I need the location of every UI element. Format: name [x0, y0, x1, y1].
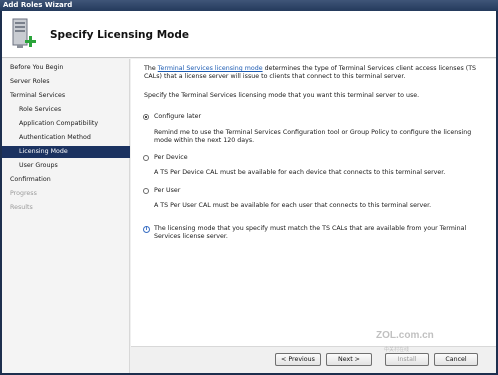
sidebar-item-before-you-begin[interactable]: Before You Begin [2, 62, 130, 74]
sidebar-item-user-groups[interactable]: User Groups [2, 160, 130, 172]
configure-later-description: Remind me to use the Terminal Services C… [154, 129, 472, 145]
wizard-steps-sidebar: Before You Begin Server Roles Terminal S… [2, 59, 130, 373]
sidebar-item-confirmation[interactable]: Confirmation [2, 174, 130, 186]
configure-later-radio[interactable] [143, 114, 149, 120]
per-user-description: A TS Per User CAL must be available for … [154, 202, 432, 209]
next-button[interactable]: Next > [326, 353, 372, 366]
watermark-brand: ZOL.com.cn [376, 330, 434, 341]
sidebar-item-role-services[interactable]: Role Services [2, 104, 130, 116]
sidebar-item-application-compatibility[interactable]: Application Compatibility [2, 118, 130, 130]
per-device-label[interactable]: Per Device [154, 154, 188, 162]
server-roles-icon [12, 18, 36, 48]
licensing-info-note: The licensing mode that you specify must… [154, 225, 467, 241]
wizard-footer: < Previous Next > Install Cancel [131, 346, 496, 373]
instruction-text: Specify the Terminal Services licensing … [144, 92, 420, 99]
per-device-radio[interactable] [143, 155, 149, 161]
page-title: Specify Licensing Mode [50, 29, 189, 41]
per-device-description: A TS Per Device CAL must be available fo… [154, 169, 446, 176]
previous-button[interactable]: < Previous [275, 353, 321, 366]
sidebar-item-progress: Progress [10, 190, 37, 197]
licensing-mode-help-link[interactable]: Terminal Services licensing mode [158, 65, 263, 72]
sidebar-item-licensing-mode[interactable]: Licensing Mode [2, 146, 130, 158]
install-button: Install [385, 353, 429, 366]
info-icon: i [143, 226, 150, 233]
wizard-window: Specify Licensing Mode Before You Begin … [2, 11, 496, 373]
sidebar-item-terminal-services[interactable]: Terminal Services [2, 90, 130, 102]
licensing-mode-panel: The Terminal Services licensing mode det… [131, 59, 496, 346]
window-title: Add Roles Wizard [3, 1, 73, 9]
per-user-label[interactable]: Per User [154, 187, 180, 195]
intro-text: The Terminal Services licensing mode det… [144, 65, 487, 82]
cancel-button[interactable]: Cancel [434, 353, 478, 366]
window-title-bar: Add Roles Wizard [0, 0, 498, 11]
configure-later-label[interactable]: Configure later [154, 113, 201, 121]
wizard-header: Specify Licensing Mode [2, 11, 496, 58]
sidebar-item-server-roles[interactable]: Server Roles [2, 76, 130, 88]
per-user-radio[interactable] [143, 188, 149, 194]
sidebar-item-authentication-method[interactable]: Authentication Method [2, 132, 130, 144]
zol-watermark-logo: ZOL.com.cn [376, 330, 434, 341]
sidebar-item-results: Results [10, 204, 33, 211]
zol-watermark-subtext: 中关村在线 [384, 347, 410, 353]
intro-prefix: The [144, 65, 158, 72]
